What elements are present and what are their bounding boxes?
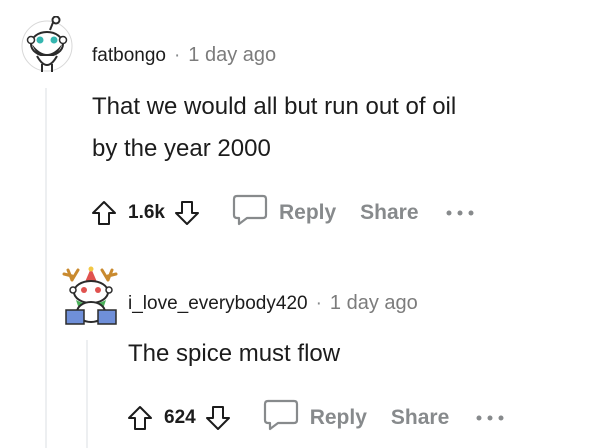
more-options-icon[interactable] xyxy=(445,208,475,218)
upvote-arrow-icon[interactable] xyxy=(90,199,118,227)
reply-button[interactable]: Reply xyxy=(262,398,367,437)
upvote-arrow-icon[interactable] xyxy=(126,404,154,432)
comment-body-line: The spice must flow xyxy=(128,340,341,367)
downvote-arrow-icon[interactable] xyxy=(173,199,201,227)
share-button[interactable]: Share xyxy=(391,406,449,430)
comment-meta: i_love_everybody420 · 1 day ago xyxy=(128,292,418,315)
username[interactable]: fatbongo xyxy=(92,45,166,67)
meta-separator: · xyxy=(315,292,322,314)
reply-label: Reply xyxy=(278,200,337,224)
comment-body-line: by the year 2000 xyxy=(92,135,271,162)
snoo-bearded-avatar-icon[interactable] xyxy=(20,15,74,72)
snoo-reindeer-avatar-icon[interactable] xyxy=(58,266,124,328)
reply-button[interactable]: Reply xyxy=(231,193,336,232)
vote-score: 1.6k xyxy=(128,201,165,223)
comment-actions: 1.6k Reply Share xyxy=(90,193,475,232)
vote-score: 624 xyxy=(164,406,196,428)
comment-body: The spice must flow xyxy=(128,333,340,375)
speech-bubble-icon xyxy=(262,398,300,437)
speech-bubble-icon xyxy=(231,193,269,232)
more-options-icon[interactable] xyxy=(475,413,505,423)
downvote-arrow-icon[interactable] xyxy=(204,404,232,432)
timestamp[interactable]: 1 day ago xyxy=(188,44,276,67)
comment-meta: fatbongo · 1 day ago xyxy=(92,44,276,67)
meta-separator: · xyxy=(173,44,181,66)
comment: i_love_everybody420 · 1 day ago The spic… xyxy=(0,250,599,448)
timestamp[interactable]: 1 day ago xyxy=(330,292,418,315)
username[interactable]: i_love_everybody420 xyxy=(128,293,308,315)
reply-label: Reply xyxy=(309,405,367,429)
share-button[interactable]: Share xyxy=(360,201,418,225)
comment: fatbongo · 1 day ago That we would all b… xyxy=(0,0,599,250)
comment-body-line: That we would all but run out of oil xyxy=(92,93,457,120)
comment-actions: 624 Reply Share xyxy=(126,398,505,437)
comment-body: That we would all but run out of oil by … xyxy=(92,86,456,170)
